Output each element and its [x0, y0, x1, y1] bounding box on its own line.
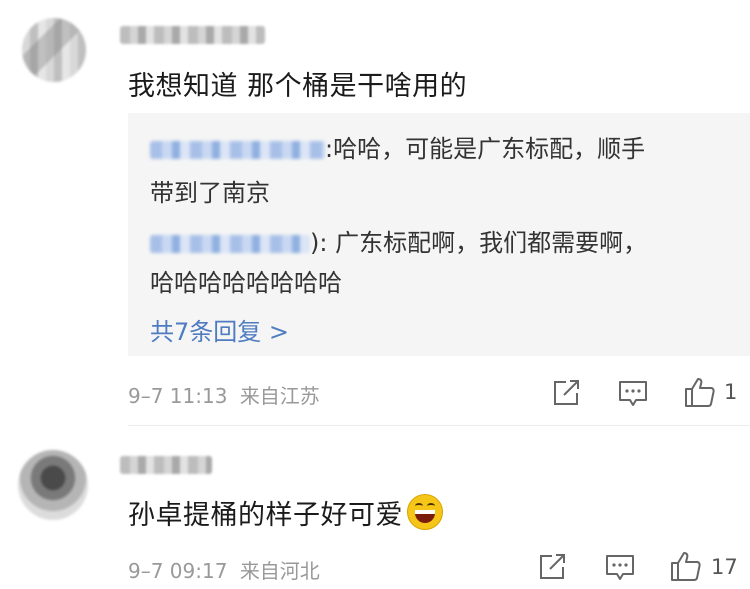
reply-item: ): 广东标配啊，我们都需要啊， [150, 223, 647, 258]
reply-text-line: 带到了南京 [150, 179, 270, 207]
reply-username-blurred[interactable] [150, 141, 325, 159]
share-icon[interactable] [538, 553, 568, 581]
grin-icon [407, 494, 443, 530]
comment-meta: 9–7 09:17 来自河北 [128, 555, 320, 584]
comment-time: 9–7 09:17 [128, 559, 228, 583]
reply-username-blurred[interactable] [150, 235, 310, 253]
comment-time: 9–7 11:13 [128, 384, 228, 408]
comment-icon[interactable] [605, 553, 635, 583]
username-blurred[interactable] [120, 26, 265, 44]
comment-location: 来自江苏 [239, 384, 320, 408]
reply-item: :哈哈，可能是广东标配，顺手 [150, 129, 645, 164]
comment-text-content: 孙卓提桶的样子好可爱 [128, 500, 403, 531]
like-count: 17 [711, 555, 738, 579]
view-more-replies-link[interactable]: 共7条回复 > [150, 312, 289, 347]
reply-separator: : [325, 135, 334, 163]
reply-preview-box[interactable]: :哈哈，可能是广东标配，顺手 带到了南京 ): 广东标配啊，我们都需要啊， 哈哈… [128, 113, 750, 356]
comment-meta: 9–7 11:13 来自江苏 [128, 380, 320, 409]
avatar[interactable] [18, 450, 88, 520]
comment-text: 我想知道 那个桶是干啥用的 [128, 71, 468, 102]
reply-text-line: 哈哈，可能是广东标配，顺手 [333, 135, 646, 163]
username-blurred[interactable] [120, 456, 212, 474]
avatar[interactable] [22, 18, 86, 82]
comment-text: 孙卓提桶的样子好可爱 [128, 493, 443, 532]
reply-separator: ): [310, 229, 336, 257]
thumbs-up-icon[interactable] [670, 550, 702, 582]
comment-icon[interactable] [618, 379, 648, 409]
reply-text-line: 广东标配啊，我们都需要啊， [335, 229, 648, 257]
divider [128, 425, 750, 426]
like-count: 1 [724, 380, 738, 404]
reply-text-line: 哈哈哈哈哈哈哈哈 [150, 269, 342, 297]
share-icon[interactable] [552, 379, 582, 407]
comment-location: 来自河北 [239, 559, 320, 583]
thumbs-up-icon[interactable] [684, 376, 716, 408]
